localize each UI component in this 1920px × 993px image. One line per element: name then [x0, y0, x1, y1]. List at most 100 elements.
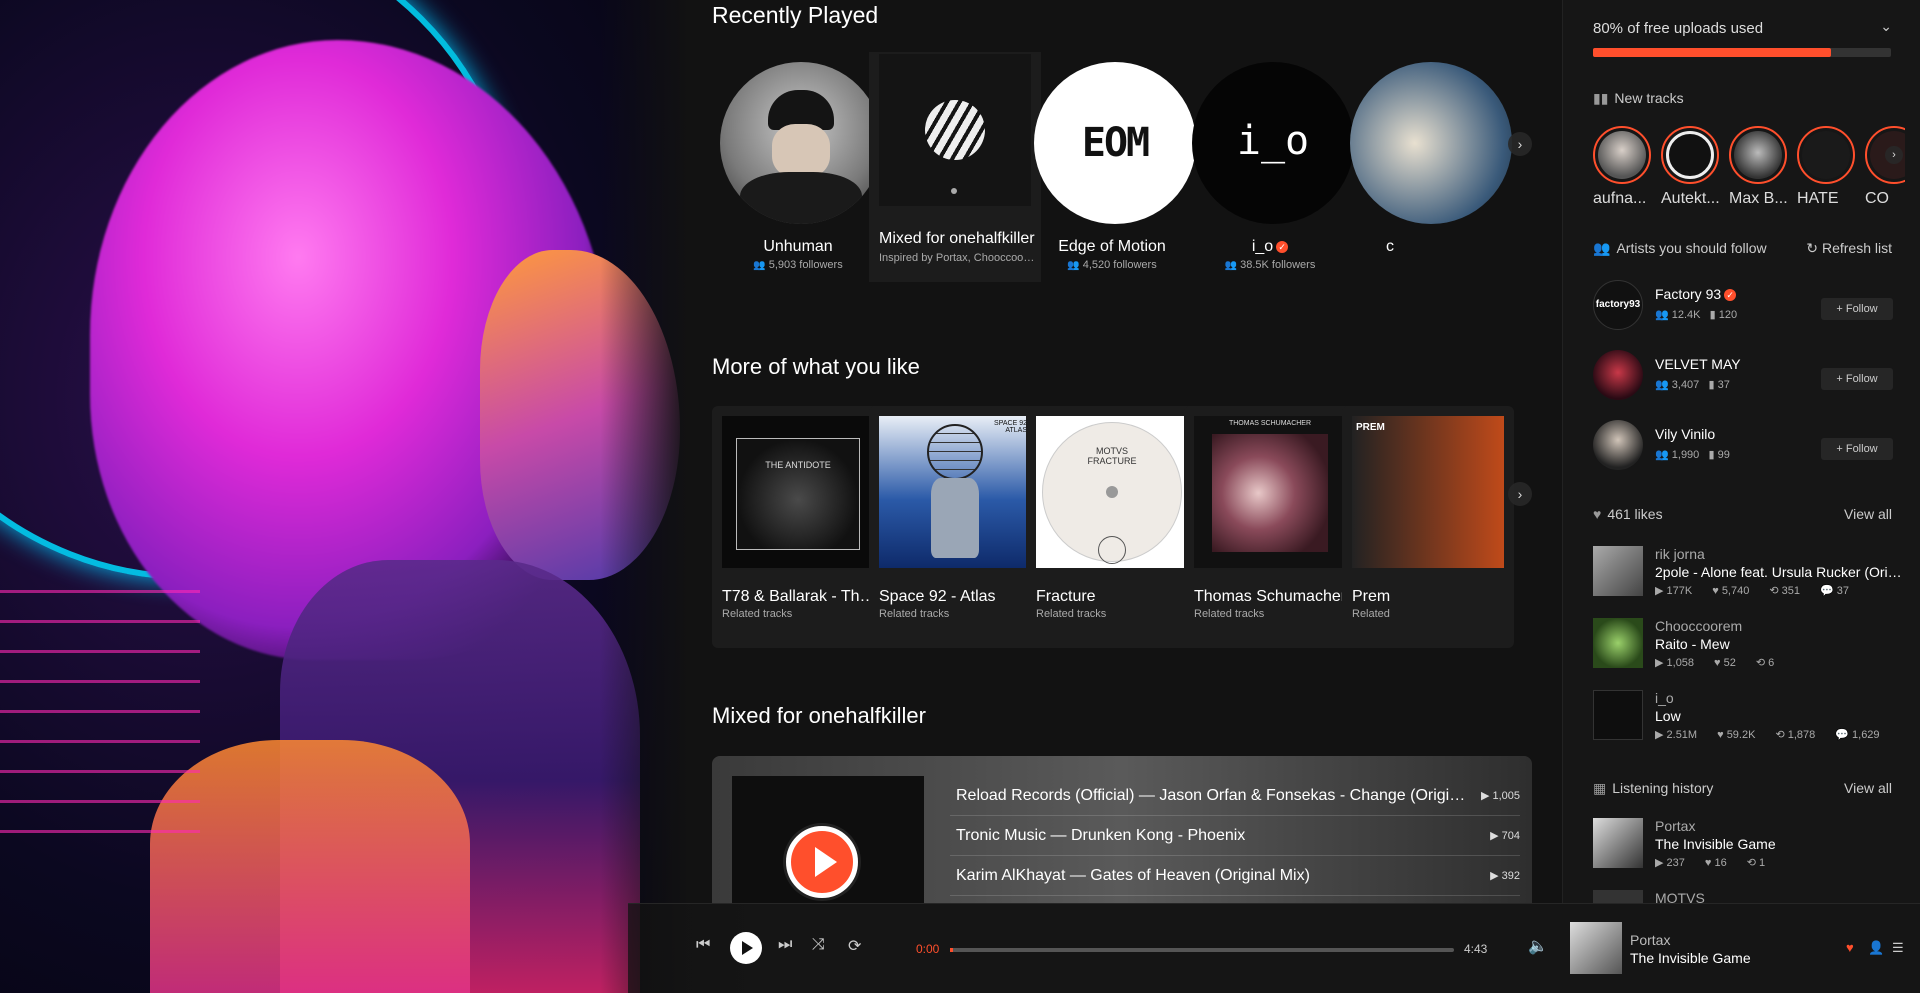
- artist-factory93: factory93 Factory 93 ✓ 👥 12.4K ▮ 120 + Fo…: [1593, 280, 1893, 332]
- now-playing-thumbnail[interactable]: [1570, 922, 1622, 974]
- main-feed: Recently Played Unhuman 👥 5,903 followers…: [690, 0, 1562, 903]
- atlas-cover: SPACE 92 ATLAS: [879, 416, 1031, 568]
- track-artist[interactable]: MOTVS: [1655, 890, 1705, 903]
- follow-user-icon[interactable]: 👤: [1868, 940, 1884, 956]
- play-button[interactable]: [730, 932, 762, 964]
- track-thumbnail[interactable]: [1593, 546, 1643, 596]
- recent-card-partial[interactable]: c: [1342, 52, 1514, 282]
- previous-icon[interactable]: ⏮: [696, 936, 710, 954]
- recent-card-unhuman[interactable]: Unhuman 👥 5,903 followers: [712, 52, 884, 282]
- chevron-down-icon[interactable]: ⌄: [1880, 18, 1892, 35]
- shuffle-icon[interactable]: ⤨: [812, 936, 825, 954]
- playlist-card-fracture[interactable]: MOTVS FRACTURE Fracture Related tracks: [1026, 406, 1198, 648]
- artist-avatar[interactable]: [1593, 350, 1643, 400]
- playlist-name[interactable]: T78 & Ballarak - The Antidote: [712, 588, 884, 606]
- next-icon[interactable]: ⏭: [778, 936, 792, 954]
- io-avatar: i_o: [1192, 62, 1354, 224]
- mix-track-row[interactable]: Karim AlKhayat — Gates of Heaven (Origin…: [950, 856, 1520, 896]
- new-tracks-next-arrow-icon[interactable]: ›: [1885, 146, 1903, 164]
- followers-icon: 👥: [1067, 260, 1080, 271]
- mix-track-row[interactable]: Reload Records (Official) — Jason Orfan …: [950, 776, 1520, 816]
- track-title[interactable]: Low: [1655, 708, 1903, 724]
- partial-avatar: [1350, 62, 1512, 224]
- new-track-avatar[interactable]: Autekt...: [1661, 126, 1721, 208]
- artist-vily-vinilo: Vily Vinilo 👥 1,990 ▮ 99 + Follow: [1593, 420, 1893, 472]
- queue-icon[interactable]: ☰: [1892, 940, 1904, 956]
- add-user-icon: +: [1836, 373, 1846, 385]
- new-track-avatar[interactable]: CO: [1865, 126, 1905, 208]
- followers-icon: 👥: [753, 260, 766, 271]
- likes-header: ♥ 461 likes: [1593, 506, 1663, 522]
- recent-card-io[interactable]: i_o i_o ✓ 👥 38.5K followers: [1184, 52, 1356, 282]
- track-thumbnail[interactable]: [1593, 618, 1643, 668]
- track-artist[interactable]: Portax: [1655, 818, 1695, 834]
- artist-velvet-may: VELVET MAY 👥 3,407 ▮ 37 + Follow: [1593, 350, 1893, 402]
- recent-card-edge-of-motion[interactable]: EOM Edge of Motion 👥 4,520 followers: [1026, 52, 1198, 282]
- playlist-sub: Related tracks: [879, 608, 950, 620]
- repeat-icon[interactable]: ⟳: [848, 936, 861, 956]
- track-thumbnail[interactable]: [1593, 890, 1643, 903]
- prem-cover: PREM: [1352, 416, 1504, 568]
- more-like-title: More of what you like: [712, 354, 920, 379]
- recent-name[interactable]: Unhuman: [712, 238, 884, 256]
- recent-name[interactable]: i_o ✓: [1184, 238, 1356, 256]
- recent-sub: Inspired by Portax, Chooccoorem: [879, 252, 1041, 264]
- more-like-carousel: THE ANTIDOTE T78 & Ballarak - The Antido…: [712, 406, 1542, 648]
- follow-button[interactable]: + Follow: [1821, 298, 1893, 320]
- playlist-card-prem[interactable]: PREM Prem Related: [1342, 406, 1514, 648]
- play-icon: [742, 941, 753, 955]
- more-like-next-arrow-icon[interactable]: ›: [1508, 482, 1532, 506]
- track-artist[interactable]: Chooccoorem: [1655, 618, 1742, 634]
- playlist-name[interactable]: Prem: [1342, 588, 1514, 606]
- playlist-card-schumacher[interactable]: THOMAS SCHUMACHER Thomas Schumacher Rela…: [1184, 406, 1356, 648]
- schumacher-cover: THOMAS SCHUMACHER: [1194, 416, 1346, 568]
- artist-name[interactable]: Factory 93 ✓: [1655, 286, 1737, 302]
- background-artwork: [0, 0, 690, 993]
- uploads-text: 80% of free uploads used: [1593, 20, 1764, 37]
- follow-button[interactable]: + Follow: [1821, 438, 1893, 460]
- track-stats: ▶ 237 ♥ 16 ⟲ 1: [1655, 857, 1766, 869]
- volume-icon[interactable]: 🔈: [1528, 936, 1548, 956]
- recent-card-mix[interactable]: Mixed for onehalfkiller Inspired by Port…: [869, 52, 1041, 282]
- now-playing-artist[interactable]: Portax: [1630, 932, 1670, 948]
- player-bar: ⏮ ⏭ ⤨ ⟳ 0:00 4:43 🔈 Portax The Invisible…: [628, 903, 1920, 993]
- mix-track-row[interactable]: Tronic Music — Drunken Kong - Phoenix ▶ …: [950, 816, 1520, 856]
- artist-avatar[interactable]: factory93: [1593, 280, 1643, 330]
- plays-count: ▶ 1,005: [1480, 790, 1520, 802]
- recent-next-arrow-icon[interactable]: ›: [1508, 132, 1532, 156]
- new-track-avatar[interactable]: HATE: [1797, 126, 1857, 208]
- refresh-list-button[interactable]: ↻ Refresh list: [1806, 240, 1892, 257]
- new-track-avatar[interactable]: aufna...: [1593, 126, 1653, 208]
- progress-bar[interactable]: [950, 948, 1454, 952]
- recent-followers: 👥 4,520 followers: [1067, 259, 1157, 271]
- follow-button[interactable]: + Follow: [1821, 368, 1893, 390]
- playlist-card-atlas[interactable]: SPACE 92 ATLAS Space 92 - Atlas Related …: [869, 406, 1041, 648]
- new-track-avatar[interactable]: Max B...: [1729, 126, 1789, 208]
- track-artist[interactable]: i_o: [1655, 690, 1674, 706]
- track-thumbnail[interactable]: [1593, 818, 1643, 868]
- recent-name[interactable]: c: [1342, 238, 1514, 256]
- now-playing-title[interactable]: The Invisible Game: [1630, 950, 1751, 966]
- playlist-name[interactable]: Thomas Schumacher: [1184, 588, 1356, 606]
- track-title[interactable]: Raito - Mew: [1655, 636, 1903, 652]
- track-thumbnail[interactable]: [1593, 690, 1643, 740]
- mix-track-list: Reload Records (Official) — Jason Orfan …: [950, 776, 1520, 896]
- likes-view-all-link[interactable]: View all: [1844, 506, 1892, 522]
- artist-avatar[interactable]: [1593, 420, 1643, 470]
- playlist-name[interactable]: Fracture: [1026, 588, 1198, 606]
- antidote-cover: THE ANTIDOTE: [722, 416, 874, 568]
- track-title[interactable]: The Invisible Game: [1655, 836, 1903, 852]
- history-view-all-link[interactable]: View all: [1844, 780, 1892, 796]
- artist-name[interactable]: Vily Vinilo: [1655, 426, 1715, 442]
- like-heart-icon[interactable]: ♥: [1846, 940, 1854, 955]
- recent-name[interactable]: Mixed for onehalfkiller: [869, 230, 1041, 248]
- verified-icon: ✓: [1724, 289, 1737, 302]
- track-title[interactable]: 2pole - Alone feat. Ursula Rucker (Origi…: [1655, 564, 1903, 580]
- track-artist[interactable]: rik jorna: [1655, 546, 1705, 562]
- playlist-card-antidote[interactable]: THE ANTIDOTE T78 & Ballarak - The Antido…: [712, 406, 884, 648]
- artist-name[interactable]: VELVET MAY: [1655, 356, 1741, 372]
- playlist-name[interactable]: Space 92 - Atlas: [869, 588, 1041, 606]
- recent-name[interactable]: Edge of Motion: [1026, 238, 1198, 256]
- mix-cover[interactable]: [732, 776, 924, 903]
- recently-played-title: Recently Played: [712, 2, 879, 28]
